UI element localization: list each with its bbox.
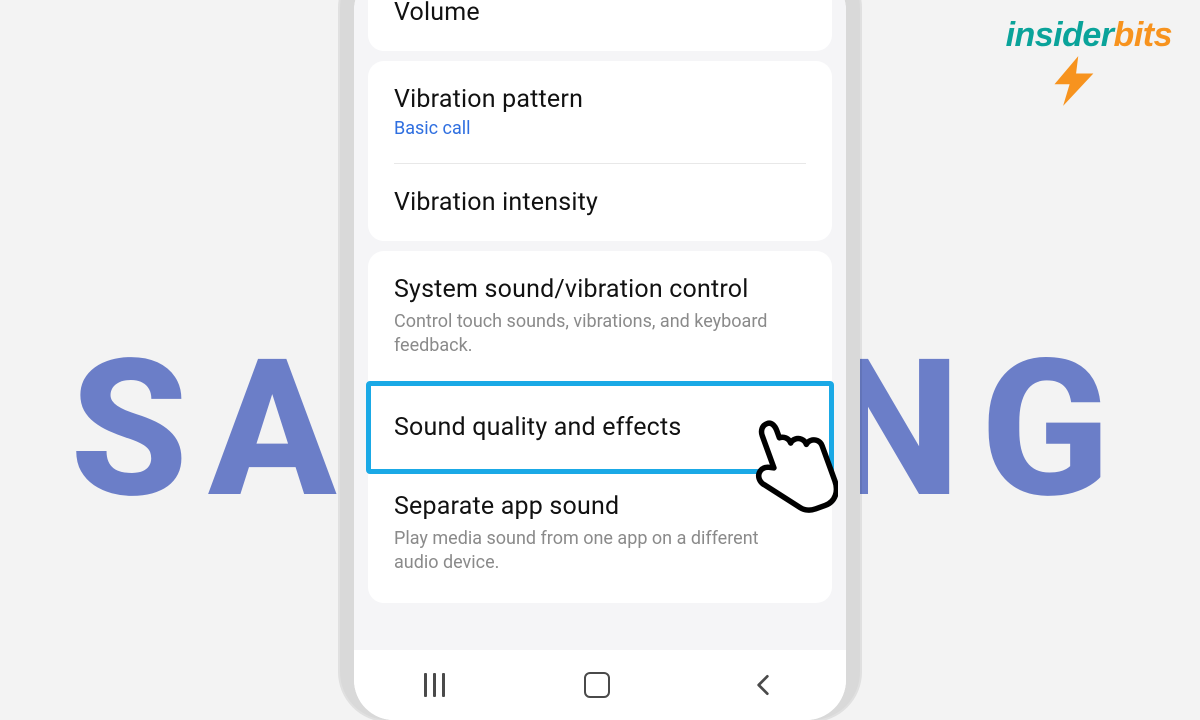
logo-text-b: bits [1114,16,1172,54]
setting-subtitle: Play media sound from one app on a diffe… [394,527,806,576]
setting-title: Separate app sound [394,492,806,521]
setting-subtitle: Control touch sounds, vibrations, and ke… [394,310,806,359]
nav-back-button[interactable] [750,672,776,698]
insiderbits-logo: insiderbits [1006,18,1172,52]
phone-frame: Volume Vibration pattern Basic call Vibr… [340,0,860,720]
android-nav-bar [354,650,846,720]
setting-vibration-intensity[interactable]: Vibration intensity [368,164,832,241]
setting-vibration-pattern[interactable]: Vibration pattern Basic call [368,61,832,163]
nav-home-button[interactable] [584,672,610,698]
setting-volume[interactable]: Volume [368,0,832,51]
nav-recent-button[interactable] [424,673,445,697]
settings-scroll-area[interactable]: Volume Vibration pattern Basic call Vibr… [354,0,846,650]
setting-sound-quality-effects[interactable]: Sound quality and effects [368,383,832,472]
pointer-hand-icon [746,411,838,521]
setting-title: System sound/vibration control [394,275,806,304]
settings-group: System sound/vibration control Control t… [368,251,832,603]
setting-system-sound-vibration[interactable]: System sound/vibration control Control t… [368,251,832,383]
bolt-icon [1048,54,1102,108]
setting-title: Vibration pattern [394,85,806,114]
settings-group: Vibration pattern Basic call Vibration i… [368,61,832,241]
setting-title: Sound quality and effects [394,413,806,442]
phone-screen: Volume Vibration pattern Basic call Vibr… [354,0,846,720]
setting-title: Vibration intensity [394,188,806,217]
logo-text-a: insider [1006,16,1114,54]
setting-subtitle: Basic call [394,118,806,139]
settings-group: Volume [368,0,832,51]
setting-title: Volume [394,0,806,27]
